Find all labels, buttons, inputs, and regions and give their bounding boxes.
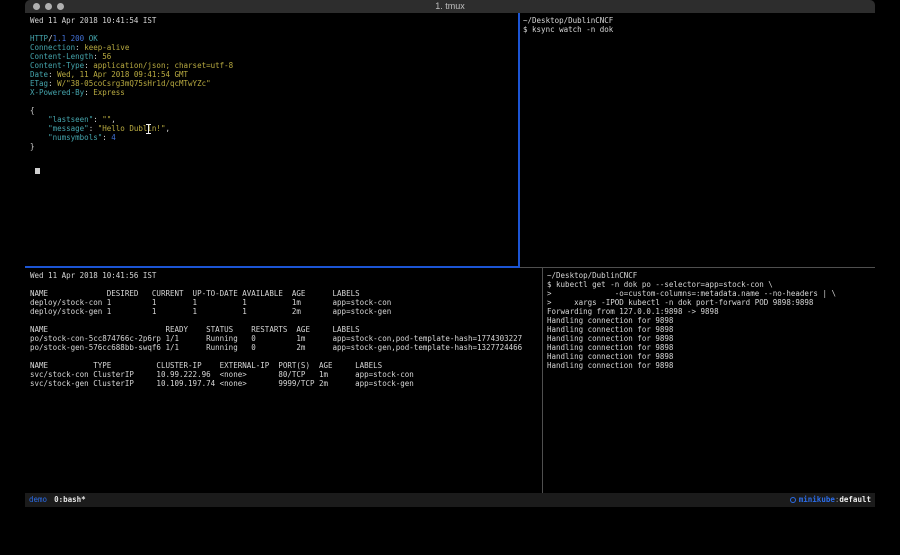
terminal-line: deploy/stock-con 1 1 1 1 1m app=stock-co… bbox=[30, 298, 522, 307]
terminal-line: "lastseen": "", bbox=[30, 115, 233, 124]
terminal-line: } bbox=[30, 142, 233, 151]
terminal-line: Wed 11 Apr 2018 10:41:56 IST bbox=[30, 271, 522, 280]
titlebar[interactable]: 1. tmux bbox=[25, 0, 875, 13]
terminal-line: Content-Type: application/json; charset=… bbox=[30, 61, 233, 70]
terminal-line: Content-Length: 56 bbox=[30, 52, 233, 61]
terminal-line bbox=[30, 97, 233, 106]
terminal-line: deploy/stock-gen 1 1 1 1 2m app=stock-ge… bbox=[30, 307, 522, 316]
terminal-line: NAME READY STATUS RESTARTS AGE LABELS bbox=[30, 325, 522, 334]
terminal-line: $ kubectl get -n dok po --selector=app=s… bbox=[547, 280, 836, 289]
terminal-line: NAME DESIRED CURRENT UP-TO-DATE AVAILABL… bbox=[30, 289, 522, 298]
pane-divider-vertical-bottom[interactable] bbox=[542, 268, 543, 493]
tmux-status-bar: demo 0:bash* minikube : default bbox=[25, 493, 875, 507]
terminal-line: Handling connection for 9898 bbox=[547, 361, 836, 370]
kube-context: minikube bbox=[799, 493, 835, 507]
terminal-line: X-Powered-By: Express bbox=[30, 88, 233, 97]
pane-divider-horizontal-active[interactable] bbox=[25, 266, 520, 268]
terminal-line: NAME TYPE CLUSTER-IP EXTERNAL-IP PORT(S)… bbox=[30, 361, 522, 370]
terminal-line: { bbox=[30, 106, 233, 115]
terminal-line: Handling connection for 9898 bbox=[547, 316, 836, 325]
terminal-line: HTTP/1.1 200 OK bbox=[30, 34, 233, 43]
terminal-line: Handling connection for 9898 bbox=[547, 352, 836, 361]
zoom-button-icon[interactable] bbox=[57, 3, 64, 10]
terminal-line: po/stock-con-5cc874766c-2p6rp 1/1 Runnin… bbox=[30, 334, 522, 343]
terminal-line: Handling connection for 9898 bbox=[547, 325, 836, 334]
terminal-line bbox=[30, 280, 522, 289]
window-title: 1. tmux bbox=[25, 0, 875, 13]
terminal-line: ~/Desktop/DublinCNCF bbox=[523, 16, 613, 25]
terminal-line: > -o=custom-columns=:metadata.name --no-… bbox=[547, 289, 836, 298]
pane-divider-horizontal-inactive[interactable] bbox=[520, 267, 875, 268]
mouse-ibeam-cursor-icon bbox=[146, 124, 151, 134]
terminal-line: "message": "Hello Dublin!", bbox=[30, 124, 233, 133]
terminal-line bbox=[30, 316, 522, 325]
minimize-button-icon[interactable] bbox=[45, 3, 52, 10]
terminal-line: "numsymbols": 4 bbox=[30, 133, 233, 142]
terminal-line: $ ksync watch -n dok bbox=[523, 25, 613, 34]
terminal-line: svc/stock-gen ClusterIP 10.109.197.74 <n… bbox=[30, 379, 522, 388]
terminal-body: Wed 11 Apr 2018 10:41:54 IST HTTP/1.1 200… bbox=[25, 13, 875, 493]
terminal-line: Connection: keep-alive bbox=[30, 43, 233, 52]
pane-bottom-right-port-forward[interactable]: ~/Desktop/DublinCNCF$ kubectl get -n dok… bbox=[547, 271, 836, 370]
pane-bottom-left-kubectl-watch[interactable]: Wed 11 Apr 2018 10:41:56 IST NAME DESIRED… bbox=[30, 271, 522, 388]
terminal-line: Date: Wed, 11 Apr 2018 09:41:54 GMT bbox=[30, 70, 233, 79]
terminal-line: Handling connection for 9898 bbox=[547, 334, 836, 343]
terminal-line bbox=[30, 352, 522, 361]
terminal-line: Handling connection for 9898 bbox=[547, 343, 836, 352]
close-button-icon[interactable] bbox=[33, 3, 40, 10]
terminal-line: svc/stock-con ClusterIP 10.99.222.96 <no… bbox=[30, 370, 522, 379]
terminal-line bbox=[30, 25, 233, 34]
status-left: demo 0:bash* bbox=[29, 493, 86, 507]
terminal-line: ETag: W/"38-05coCsrg3mQ75sHr1d/qcMTwYZc" bbox=[30, 79, 233, 88]
session-name: demo bbox=[29, 493, 47, 507]
screen: 1. tmux Wed 11 Apr 2018 10:41:54 IST HTTP… bbox=[0, 0, 900, 555]
terminal-line: po/stock-gen-576cc688bb-swqf6 1/1 Runnin… bbox=[30, 343, 522, 352]
pane-top-right-ksync[interactable]: ~/Desktop/DublinCNCF$ ksync watch -n dok bbox=[523, 16, 613, 34]
pane-top-left-http-response[interactable]: Wed 11 Apr 2018 10:41:54 IST HTTP/1.1 200… bbox=[30, 16, 233, 151]
traffic-lights bbox=[33, 3, 64, 10]
terminal-line: Forwarding from 127.0.0.1:9898 -> 9898 bbox=[547, 307, 836, 316]
terminal-block-cursor bbox=[35, 168, 40, 174]
pane-divider-vertical-top[interactable] bbox=[518, 13, 520, 268]
kube-namespace: default bbox=[839, 493, 871, 507]
terminal-line: ~/Desktop/DublinCNCF bbox=[547, 271, 836, 280]
helm-icon bbox=[790, 497, 796, 503]
status-right: minikube : default bbox=[790, 493, 871, 507]
terminal-window: 1. tmux Wed 11 Apr 2018 10:41:54 IST HTTP… bbox=[25, 0, 875, 507]
terminal-line: Wed 11 Apr 2018 10:41:54 IST bbox=[30, 16, 233, 25]
window-item-bash[interactable]: 0:bash* bbox=[54, 493, 86, 507]
terminal-line: > xargs -IPOD kubectl -n dok port-forwar… bbox=[547, 298, 836, 307]
